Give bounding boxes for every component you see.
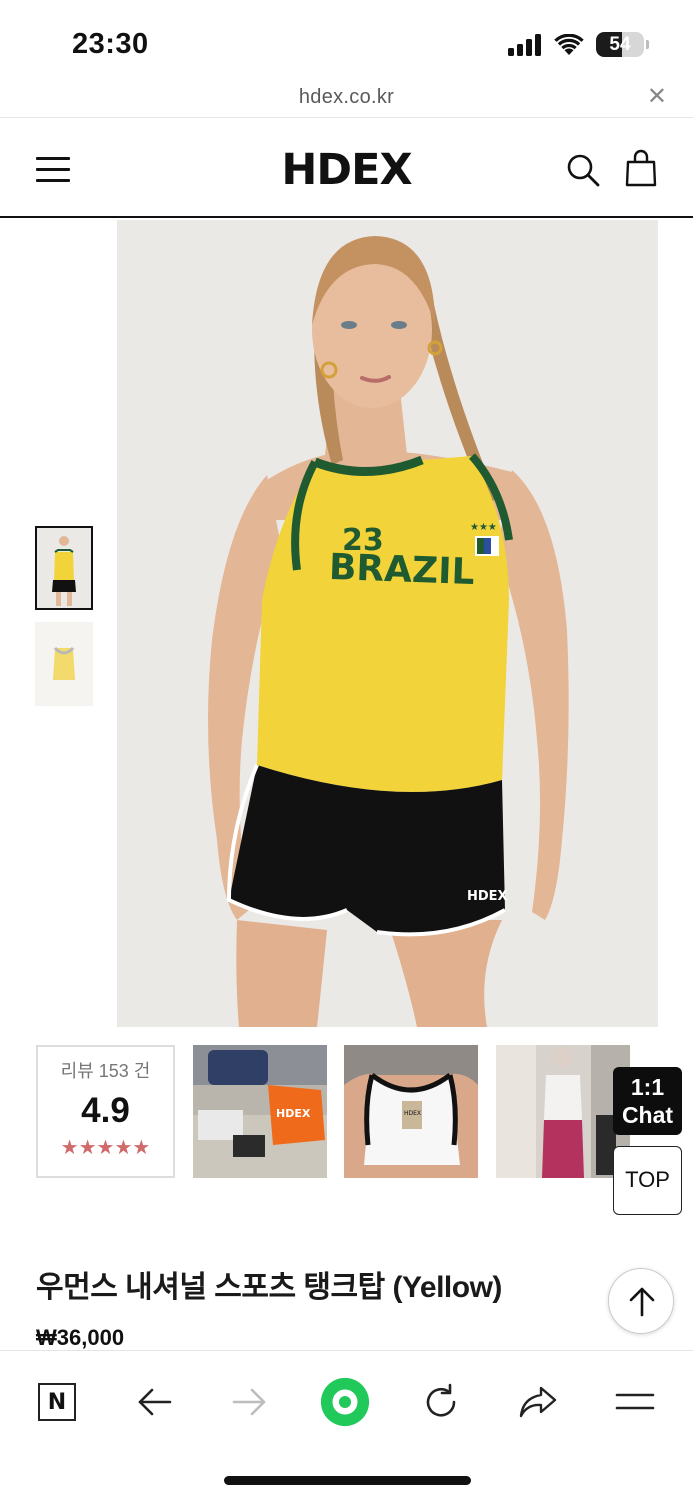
wifi-icon: [554, 33, 584, 55]
review-photo[interactable]: HDEX: [344, 1045, 478, 1178]
product-price: ₩36,000: [36, 1325, 125, 1350]
home-indicator: [224, 1476, 471, 1485]
jersey-text: BRAZIL: [328, 547, 475, 593]
reload-icon[interactable]: [416, 1377, 466, 1427]
svg-text:★★★: ★★★: [470, 522, 497, 533]
review-count-label: 리뷰 153 건: [60, 1061, 151, 1081]
thumbnail-model[interactable]: [35, 526, 93, 610]
thumbnail-column: [35, 526, 93, 718]
review-photo-logo: HDEX: [276, 1107, 311, 1120]
signal-icon: [508, 33, 541, 56]
review-photo-tag: HDEX: [404, 1110, 421, 1117]
review-score: 4.9: [81, 1091, 130, 1130]
arrow-up-icon: [629, 1287, 655, 1317]
review-summary-box[interactable]: 리뷰 153 건 4.9 ★★★★★: [36, 1045, 175, 1178]
chat-button[interactable]: 1:1 Chat: [613, 1067, 682, 1135]
review-photo[interactable]: HDEX: [193, 1045, 327, 1178]
main-product-image[interactable]: 23 BRAZIL ★★★ HDEX: [117, 220, 658, 1027]
battery-level: 54: [609, 34, 631, 55]
battery-icon: 54: [596, 32, 644, 57]
forward-arrow-icon[interactable]: [225, 1377, 275, 1427]
review-stars: ★★★★★: [60, 1137, 151, 1159]
scroll-up-button[interactable]: [608, 1268, 674, 1334]
share-icon[interactable]: [513, 1377, 563, 1427]
browser-url-bar[interactable]: hdex.co.kr ✕: [0, 82, 693, 118]
product-title: 우먼스 내셔널 스포츠 탱크탑 (Yellow): [36, 1271, 502, 1304]
thumbnail-product[interactable]: [35, 622, 93, 706]
top-button[interactable]: TOP: [613, 1146, 682, 1215]
shopping-bag-icon[interactable]: [624, 149, 658, 187]
status-time: 23:30: [72, 28, 149, 60]
site-header: HDEX: [0, 119, 693, 218]
search-icon[interactable]: [566, 153, 600, 187]
green-dot-icon[interactable]: [320, 1377, 370, 1427]
close-icon[interactable]: ✕: [647, 85, 667, 109]
status-bar: 23:30 54: [0, 0, 693, 82]
chat-line-2: Chat: [621, 1102, 674, 1128]
menu-icon[interactable]: [610, 1377, 660, 1427]
model-illustration: 23 BRAZIL ★★★ HDEX: [117, 220, 658, 1027]
back-arrow-icon[interactable]: [129, 1377, 179, 1427]
shorts-logo: HDEX: [467, 889, 508, 904]
review-photo[interactable]: [496, 1045, 630, 1178]
battery-nub: [646, 40, 649, 49]
chat-line-1: 1:1: [630, 1074, 665, 1100]
status-icons: 54: [508, 32, 649, 57]
url-text[interactable]: hdex.co.kr: [0, 86, 693, 109]
naver-n-icon[interactable]: N: [32, 1377, 82, 1427]
